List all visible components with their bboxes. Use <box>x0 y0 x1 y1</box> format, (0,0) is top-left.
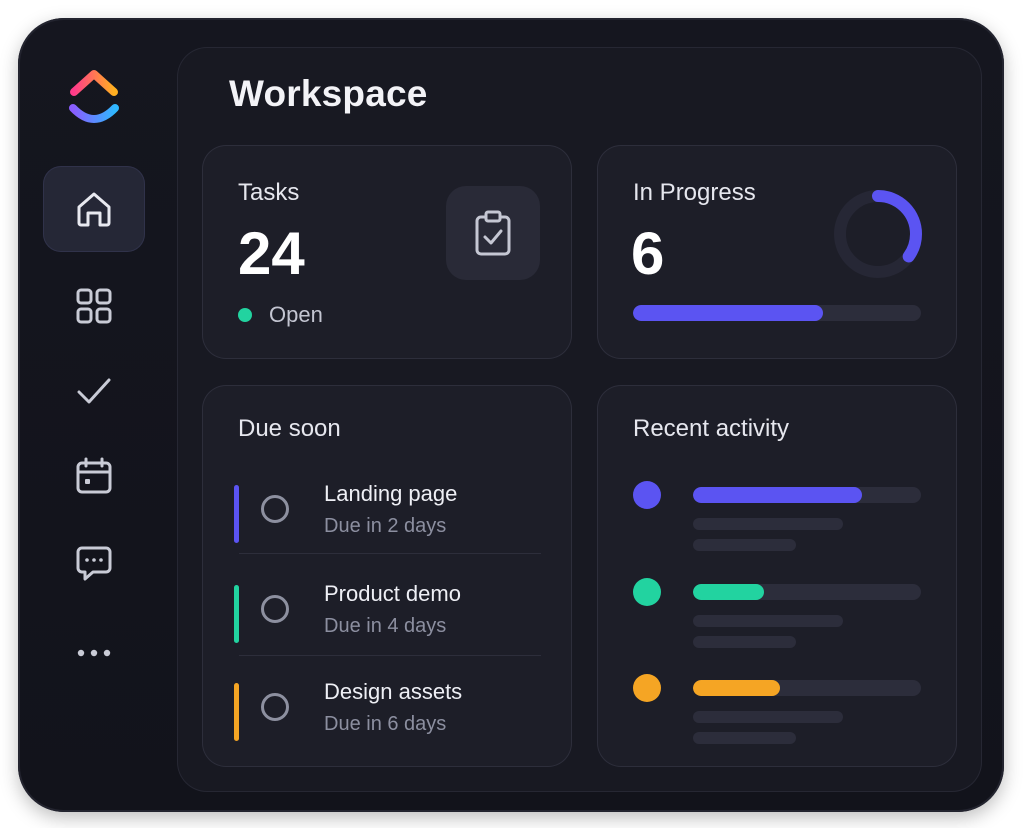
status-dot <box>238 308 252 322</box>
activity-placeholder-line <box>693 539 796 551</box>
page-title: Workspace <box>229 73 428 114</box>
activity-item[interactable] <box>633 674 923 744</box>
clickup-logo-icon[interactable] <box>68 68 120 130</box>
tasks-icon-box[interactable] <box>446 186 540 280</box>
activity-bar-fill <box>693 487 862 503</box>
activity-bar <box>693 680 921 696</box>
nav-home[interactable] <box>43 166 145 252</box>
in-progress-card[interactable]: In Progress 6 <box>597 145 957 359</box>
grid-icon <box>76 288 112 324</box>
status-label: Open <box>269 302 323 327</box>
chat-icon <box>76 546 112 581</box>
activity-placeholder-line <box>693 615 843 627</box>
activity-bar <box>693 487 921 503</box>
home-icon <box>77 192 111 227</box>
due-soon-card: Due soon Landing page Due in 2 days Prod… <box>202 385 572 767</box>
activity-placeholder-line <box>693 518 843 530</box>
due-item-name: Product demo <box>324 581 461 606</box>
due-color-bar <box>234 585 239 643</box>
tasks-status: Open <box>238 302 323 328</box>
check-icon <box>77 378 111 404</box>
activity-placeholder-line <box>693 711 843 723</box>
due-item-date: Due in 6 days <box>324 713 447 735</box>
progress-bar-fill <box>633 305 824 321</box>
tasks-card[interactable]: Tasks 24 Open <box>202 145 572 359</box>
due-checkbox[interactable] <box>261 595 289 623</box>
activity-item[interactable] <box>633 578 923 648</box>
divider <box>239 553 541 554</box>
progress-bar <box>633 305 921 321</box>
due-item-name: Design assets <box>324 679 463 704</box>
nav-tasks[interactable] <box>43 348 145 434</box>
activity-bar <box>693 584 921 600</box>
activity-dot <box>633 481 661 509</box>
activity-dot <box>633 578 661 606</box>
tasks-count: 24 <box>238 220 305 287</box>
due-item-name: Landing page <box>324 481 458 506</box>
due-checkbox[interactable] <box>261 495 289 523</box>
sidebar <box>18 18 168 812</box>
activity-bar-fill <box>693 680 780 696</box>
due-item[interactable]: Product demo Due in 4 days <box>232 577 542 667</box>
recent-activity-card: Recent activity <box>597 385 957 767</box>
in-progress-title: In Progress <box>633 179 756 206</box>
clipboard-check-icon <box>475 210 511 256</box>
due-color-bar <box>234 485 239 543</box>
recent-activity-title: Recent activity <box>633 415 790 442</box>
due-color-bar <box>234 683 239 741</box>
activity-placeholder-line <box>693 636 796 648</box>
due-checkbox[interactable] <box>261 693 289 721</box>
tasks-card-title: Tasks <box>238 179 300 206</box>
nav-chat[interactable] <box>43 520 145 606</box>
activity-item[interactable] <box>633 481 923 551</box>
due-item[interactable]: Design assets Due in 6 days <box>232 675 542 765</box>
activity-dot <box>633 674 661 702</box>
main-panel: Workspace Tasks 24 Open In Progress 6 Du… <box>177 47 982 792</box>
in-progress-count: 6 <box>631 220 665 287</box>
activity-bar-fill <box>693 584 764 600</box>
nav-grid[interactable] <box>43 263 145 349</box>
due-item-date: Due in 2 days <box>324 515 447 537</box>
due-soon-title: Due soon <box>238 415 341 442</box>
activity-placeholder-line <box>693 732 796 744</box>
nav-calendar[interactable] <box>43 433 145 519</box>
nav-more[interactable] <box>43 610 145 696</box>
divider <box>239 655 541 656</box>
calendar-icon <box>76 457 112 494</box>
due-item-date: Due in 4 days <box>324 615 447 637</box>
progress-ring <box>834 190 922 278</box>
more-icon <box>77 649 111 657</box>
